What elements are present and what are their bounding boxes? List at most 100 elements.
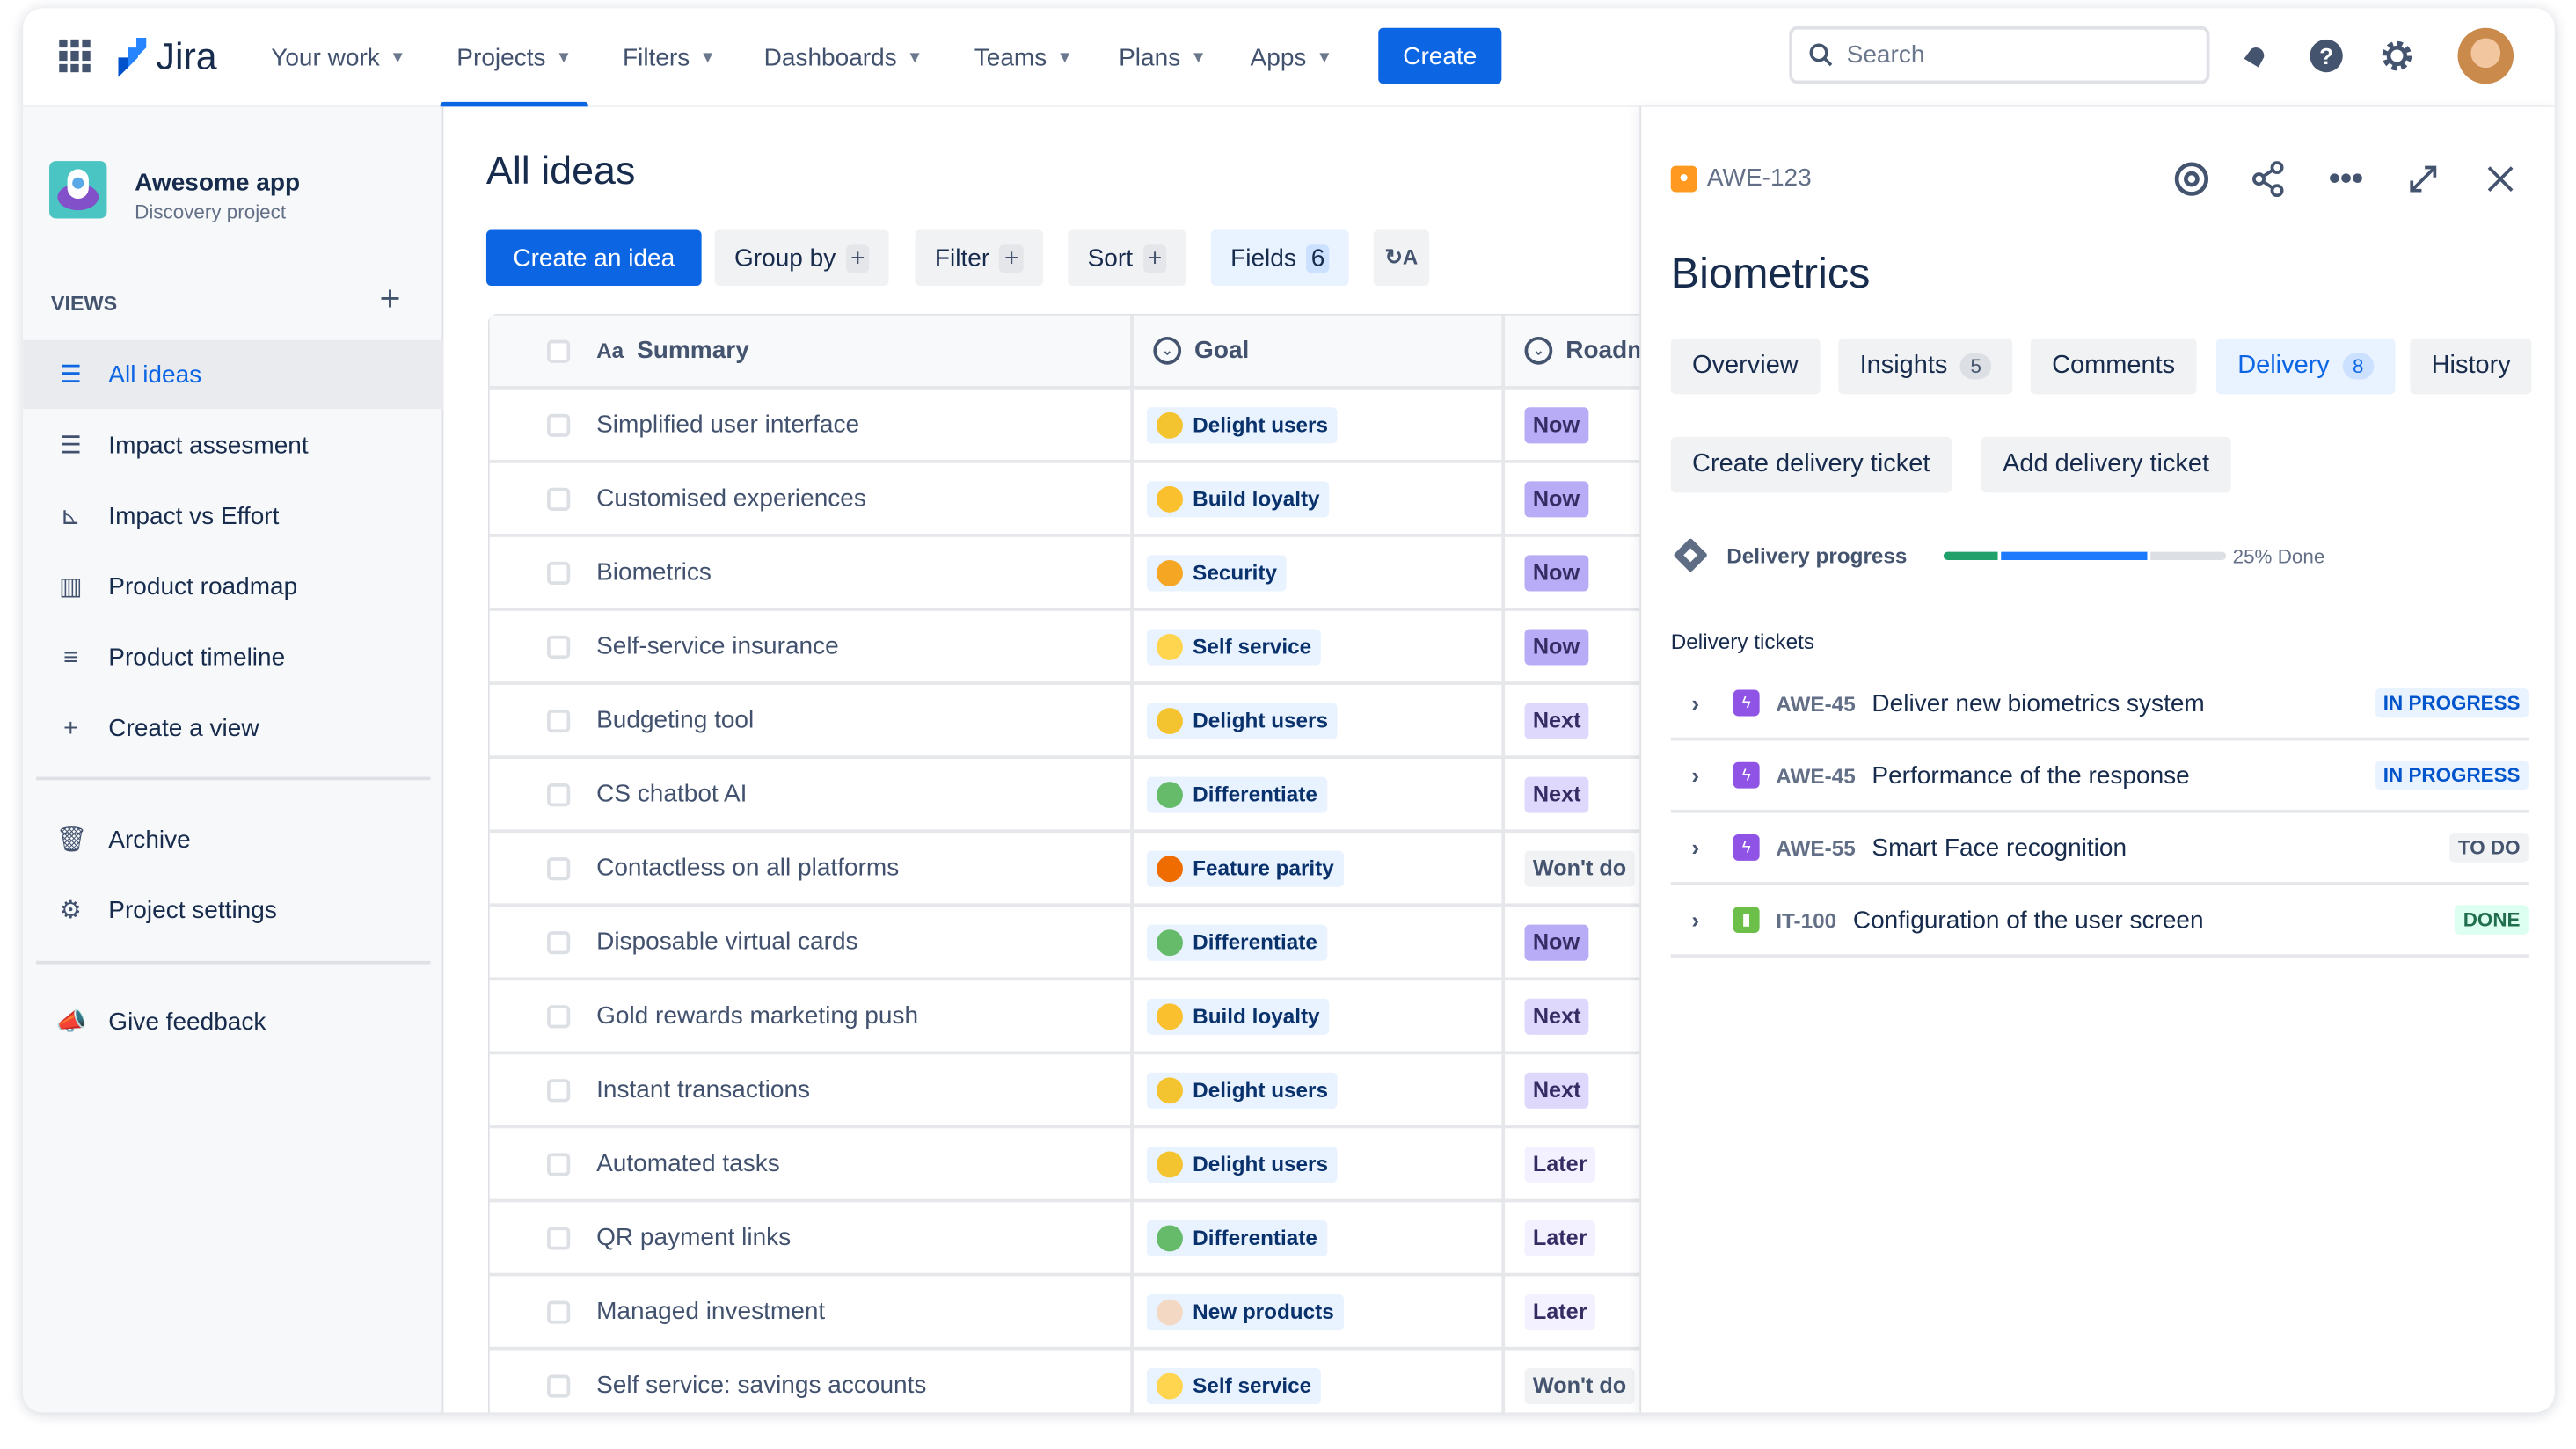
- column-header-summary[interactable]: Summary: [637, 337, 749, 365]
- chevron-right-icon[interactable]: ›: [1671, 690, 1720, 717]
- project-name[interactable]: Awesome app: [135, 169, 300, 197]
- sidebar-item-create-a-view[interactable]: + Create a view: [23, 693, 443, 761]
- sidebar-item-all-ideas[interactable]: ☰ All ideas: [23, 339, 444, 410]
- delivery-ticket[interactable]: › ϟ AWE-45 Deliver new biometrics system IN …: [1670, 668, 2529, 741]
- help-icon[interactable]: ?: [2307, 36, 2346, 76]
- row-checkbox[interactable]: [547, 931, 571, 955]
- ticket-title[interactable]: Deliver new biometrics system: [1872, 689, 2204, 717]
- row-checkbox[interactable]: [547, 1300, 571, 1324]
- idea-summary[interactable]: Contactless on all platforms: [596, 833, 899, 903]
- select-all-checkbox[interactable]: [547, 339, 571, 363]
- notifications-icon[interactable]: [2236, 36, 2275, 76]
- row-checkbox[interactable]: [547, 1374, 571, 1398]
- create-delivery-ticket-button[interactable]: Create delivery ticket: [1670, 436, 1952, 493]
- chevron-right-icon[interactable]: ›: [1671, 762, 1720, 789]
- nav-filters[interactable]: Filters ▼: [606, 8, 732, 106]
- issue-key[interactable]: ● AWE-123: [1670, 164, 1812, 193]
- table-row[interactable]: Disposable virtual cards Differentiate Now: [489, 907, 1655, 981]
- create-button[interactable]: Create: [1378, 27, 1502, 84]
- table-row[interactable]: Budgeting tool Delight users Next: [489, 684, 1655, 760]
- ticket-key[interactable]: AWE-55: [1776, 835, 1855, 860]
- idea-summary[interactable]: Self service: savings accounts: [596, 1350, 926, 1412]
- settings-icon[interactable]: [2377, 36, 2417, 76]
- idea-summary[interactable]: Managed investment: [596, 1276, 825, 1346]
- ticket-title[interactable]: Configuration of the user screen: [1853, 906, 2204, 934]
- sort-button[interactable]: Sort +: [1068, 229, 1187, 287]
- nav-dashboards[interactable]: Dashboards ▼: [748, 8, 939, 106]
- idea-title[interactable]: Biometrics: [1671, 248, 1871, 299]
- idea-summary[interactable]: QR payment links: [596, 1202, 791, 1272]
- ticket-title[interactable]: Performance of the response: [1872, 761, 2189, 790]
- group-by-button[interactable]: Group by +: [714, 229, 890, 287]
- ticket-title[interactable]: Smart Face recognition: [1872, 834, 2127, 862]
- close-icon[interactable]: [2479, 157, 2522, 200]
- sidebar-item-archive[interactable]: 🗑 Archive: [23, 805, 443, 873]
- sidebar-item-project-settings[interactable]: ⚙ Project settings: [23, 876, 443, 944]
- column-header-goal[interactable]: Goal: [1194, 337, 1249, 365]
- idea-summary[interactable]: Self-service insurance: [596, 611, 839, 681]
- add-view-plus-icon[interactable]: +: [380, 278, 401, 321]
- row-checkbox[interactable]: [547, 1153, 571, 1176]
- search-input[interactable]: Search: [1789, 25, 2210, 84]
- tab-insights[interactable]: Insights 5: [1838, 338, 2013, 395]
- row-checkbox[interactable]: [547, 561, 571, 586]
- table-row[interactable]: Contactless on all platforms Feature pari…: [489, 833, 1655, 907]
- delivery-ticket[interactable]: › ϟ AWE-55 Smart Face recognition TO DO: [1670, 813, 2529, 885]
- row-checkbox[interactable]: [547, 709, 571, 733]
- chevron-right-icon[interactable]: ›: [1671, 834, 1720, 861]
- idea-summary[interactable]: Disposable virtual cards: [596, 907, 857, 977]
- table-row[interactable]: CS chatbot AI Differentiate Next: [489, 759, 1655, 834]
- avatar[interactable]: [2457, 27, 2514, 84]
- row-checkbox[interactable]: [547, 413, 571, 437]
- idea-summary[interactable]: Budgeting tool: [596, 685, 754, 755]
- table-row[interactable]: Self service: savings accounts Self servi…: [490, 1350, 1654, 1413]
- ticket-key[interactable]: IT-100: [1776, 907, 1836, 932]
- idea-summary[interactable]: Instant transactions: [596, 1054, 810, 1125]
- nav-projects[interactable]: Projects ▼: [440, 8, 589, 107]
- idea-summary[interactable]: Simplified user interface: [596, 390, 859, 460]
- app-switcher-icon[interactable]: [59, 39, 91, 73]
- ticket-key[interactable]: AWE-45: [1776, 763, 1855, 788]
- more-actions-icon[interactable]: •••: [2324, 157, 2368, 200]
- sidebar-item-impact-assesment[interactable]: ☰ Impact assesment: [23, 411, 443, 479]
- delivery-ticket[interactable]: › ϟ AWE-45 Performance of the response IN PR…: [1670, 740, 2529, 813]
- sidebar-item-impact-vs-effort[interactable]: ⊾ Impact vs Effort: [23, 481, 443, 550]
- filter-button[interactable]: Filter +: [915, 229, 1044, 287]
- idea-summary[interactable]: Customised experiences: [596, 463, 866, 534]
- nav-plans[interactable]: Plans ▼: [1102, 8, 1222, 106]
- tab-history[interactable]: History: [2410, 338, 2533, 395]
- idea-summary[interactable]: Automated tasks: [596, 1128, 780, 1198]
- row-checkbox[interactable]: [547, 1227, 571, 1250]
- tab-overview[interactable]: Overview: [1670, 338, 1821, 395]
- delivery-ticket[interactable]: › ▮ IT-100 Configuration of the user screen…: [1670, 885, 2529, 958]
- row-checkbox[interactable]: [547, 857, 571, 881]
- row-checkbox[interactable]: [547, 1079, 571, 1103]
- row-checkbox[interactable]: [547, 783, 571, 807]
- share-icon[interactable]: [2247, 157, 2290, 200]
- table-row[interactable]: Simplified user interface Delight users No…: [489, 389, 1655, 463]
- table-row[interactable]: Managed investment New products Later: [489, 1276, 1655, 1351]
- nav-apps[interactable]: Apps ▼: [1234, 8, 1349, 106]
- idea-summary[interactable]: Gold rewards marketing push: [596, 980, 918, 1051]
- row-checkbox[interactable]: [547, 1005, 571, 1029]
- sidebar-item-product-roadmap[interactable]: ▥ Product roadmap: [23, 552, 443, 621]
- column-header-roadmap[interactable]: Roadm: [1565, 337, 1649, 365]
- autosort-icon[interactable]: ↻A: [1373, 229, 1430, 287]
- table-row[interactable]: Customised experiences Build loyalty Now: [489, 462, 1655, 537]
- table-row[interactable]: QR payment links Differentiate Later: [489, 1202, 1655, 1277]
- nav-your-work[interactable]: Your work ▼: [255, 8, 423, 106]
- table-row[interactable]: Biometrics Security Now: [489, 536, 1655, 611]
- jira-logo[interactable]: Jira: [113, 34, 217, 78]
- row-checkbox[interactable]: [547, 487, 571, 511]
- ticket-key[interactable]: AWE-45: [1776, 690, 1855, 715]
- table-row[interactable]: Self-service insurance Self service Now: [489, 610, 1655, 685]
- tab-comments[interactable]: Comments: [2030, 338, 2197, 395]
- sidebar-item-give-feedback[interactable]: 📣 Give feedback: [23, 987, 443, 1056]
- chevron-right-icon[interactable]: ›: [1671, 907, 1720, 933]
- idea-summary[interactable]: Biometrics: [596, 537, 712, 608]
- add-delivery-ticket-button[interactable]: Add delivery ticket: [1981, 436, 2231, 493]
- watch-icon[interactable]: [2171, 157, 2214, 200]
- sidebar-item-product-timeline[interactable]: ≡ Product timeline: [23, 623, 443, 691]
- create-idea-button[interactable]: Create an idea: [485, 229, 702, 287]
- row-checkbox[interactable]: [547, 635, 571, 659]
